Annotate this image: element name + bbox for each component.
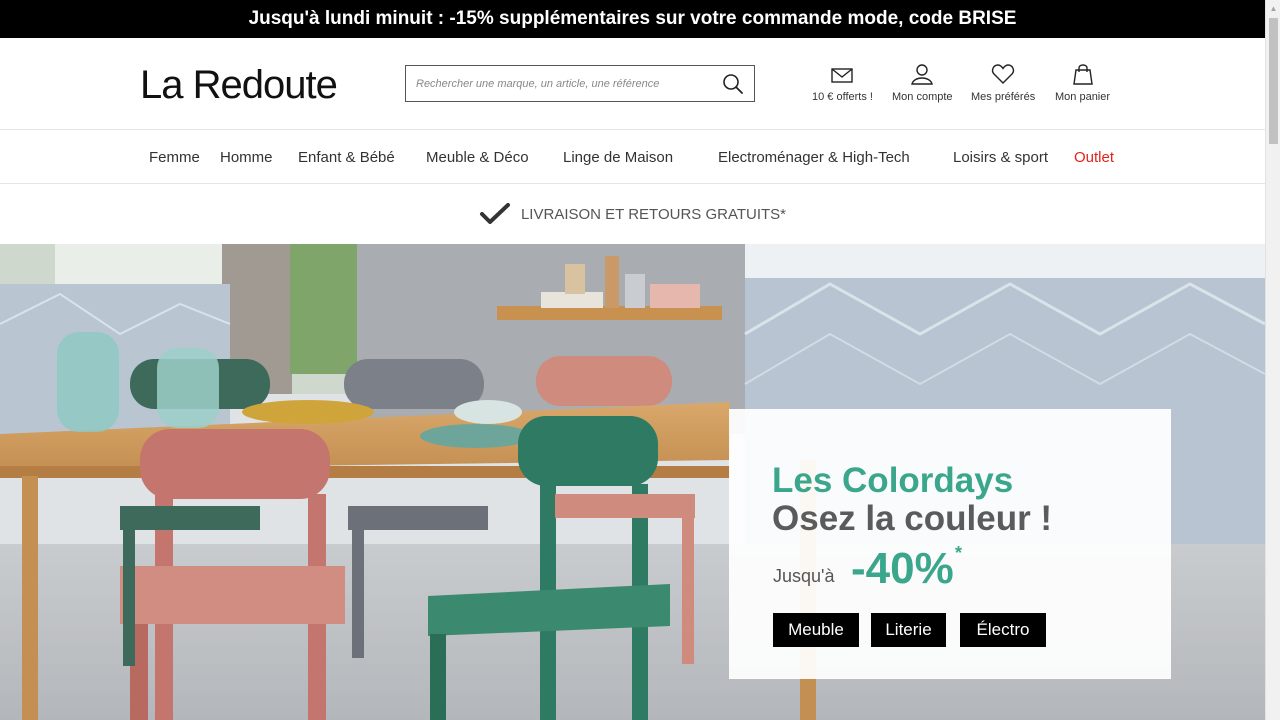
nav-item-linge-maison[interactable]: Linge de Maison [563, 149, 673, 166]
search-icon[interactable] [722, 73, 744, 95]
main-nav: Femme Homme Enfant & Bébé Meuble & Déco … [0, 130, 1265, 184]
account-label: Mon compte [892, 91, 953, 103]
nav-item-homme[interactable]: Homme [220, 149, 273, 166]
promo-banner[interactable]: Jusqu'à lundi minuit : -15% supplémentai… [0, 0, 1265, 38]
cart-label: Mon panier [1055, 91, 1111, 103]
nav-item-femme[interactable]: Femme [149, 149, 200, 166]
promo-asterisk: * [955, 543, 963, 563]
page-scrollbar[interactable]: ▲ [1265, 0, 1280, 720]
delivery-banner[interactable]: LIVRAISON ET RETOURS GRATUITS* [0, 184, 1265, 244]
mail-icon [831, 68, 854, 83]
user-icon [911, 64, 934, 85]
promo-upto-label: Jusqu'à [773, 566, 835, 586]
nav-item-meuble-deco[interactable]: Meuble & Déco [426, 149, 529, 166]
hero-banner[interactable]: Les Colordays Osez la couleur ! Jusqu'à … [0, 244, 1265, 720]
favorites-label: Mes préférés [971, 91, 1036, 103]
site-logo[interactable]: La Redoute [140, 63, 338, 108]
cart-link[interactable]: Mon panier [1055, 63, 1110, 103]
heart-icon [992, 64, 1015, 84]
nav-item-enfant-bebe[interactable]: Enfant & Bébé [298, 149, 395, 166]
promo-card: Les Colordays Osez la couleur ! Jusqu'à … [729, 409, 1171, 679]
search-box [405, 65, 755, 102]
promo-subtitle: Osez la couleur ! [772, 499, 1053, 538]
search-input[interactable] [406, 66, 706, 101]
nav-item-outlet[interactable]: Outlet [1074, 149, 1114, 166]
cta-literie-button[interactable]: Literie [871, 613, 946, 647]
nav-item-electromenager[interactable]: Electroménager & High-Tech [718, 149, 910, 166]
site-header: La Redoute 10 € offerts ! Mon compte Mes… [0, 38, 1265, 130]
bag-icon [1072, 64, 1093, 85]
nav-item-loisirs-sport[interactable]: Loisirs & sport [953, 149, 1048, 166]
promo-title: Les Colordays [772, 461, 1014, 500]
favorites-link[interactable]: Mes préférés [971, 63, 1035, 103]
offers-link[interactable]: 10 € offerts ! [812, 63, 873, 103]
cta-meuble-button[interactable]: Meuble [773, 613, 859, 647]
offers-label: 10 € offerts ! [812, 91, 873, 103]
promo-banner-text: Jusqu'à lundi minuit : -15% supplémentai… [248, 8, 1017, 29]
delivery-text: LIVRAISON ET RETOURS GRATUITS* [520, 205, 787, 223]
account-link[interactable]: Mon compte [892, 63, 953, 103]
promo-discount: -40% [851, 544, 954, 593]
cta-electro-button[interactable]: Électro [960, 613, 1046, 647]
scroll-up-arrow-icon[interactable]: ▲ [1266, 0, 1280, 17]
scrollbar-thumb[interactable] [1269, 18, 1278, 144]
checkmark-icon [479, 203, 510, 224]
